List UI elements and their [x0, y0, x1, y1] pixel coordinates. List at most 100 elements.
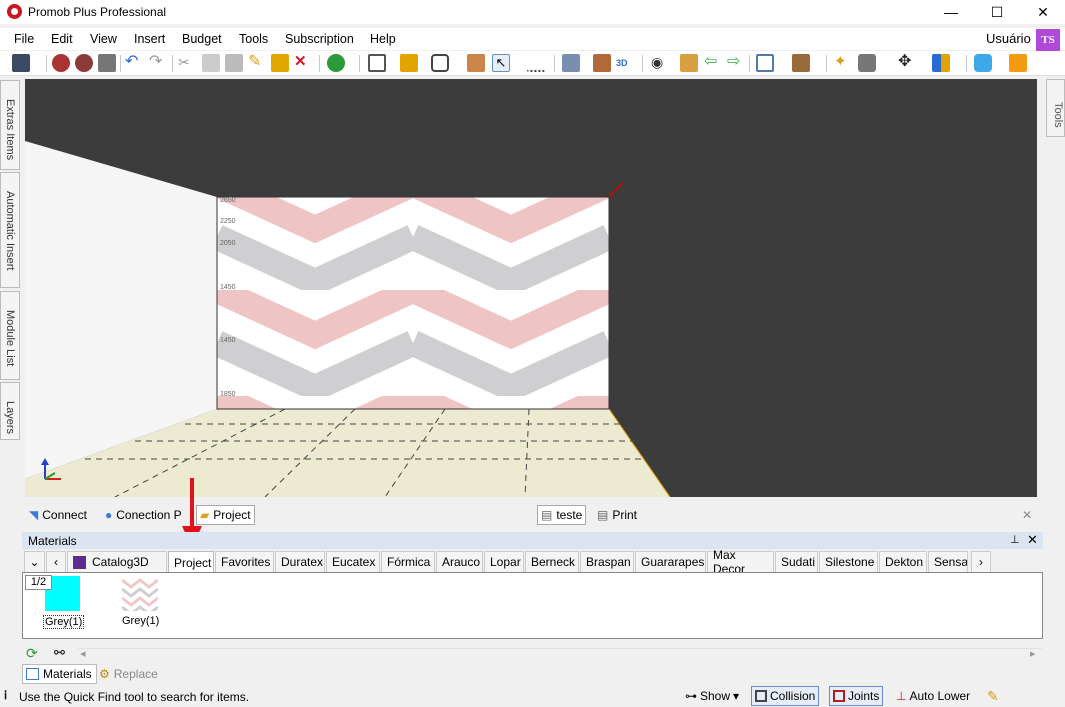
- tab-favorites[interactable]: Favorites: [215, 551, 274, 572]
- tabs-dropdown-button[interactable]: ⌄: [24, 551, 45, 572]
- move-icon[interactable]: [680, 54, 698, 72]
- panel-module-list[interactable]: Module List: [0, 291, 20, 380]
- tabs-scroll-left-button[interactable]: ‹: [46, 551, 66, 572]
- wand-icon[interactable]: ✎: [248, 54, 266, 72]
- panel-automatic-insert[interactable]: Automatic Insert: [0, 172, 20, 288]
- panel-extras-items[interactable]: Extras Items: [0, 80, 20, 170]
- menu-insert[interactable]: Insert: [134, 32, 165, 46]
- tab-berneck[interactable]: Berneck: [525, 551, 579, 572]
- menu-view[interactable]: View: [90, 32, 117, 46]
- project-button[interactable]: ▰ Project: [196, 505, 255, 525]
- format-painter-icon[interactable]: [271, 54, 289, 72]
- auto-lower-toggle[interactable]: ⊥ Auto Lower: [893, 686, 973, 706]
- horizontal-scrollbar[interactable]: [78, 648, 1042, 661]
- menu-tools[interactable]: Tools: [239, 32, 268, 46]
- tab-replace[interactable]: ⚙ Replace: [99, 664, 158, 684]
- panel-label: Tools: [1052, 102, 1064, 128]
- shape-icon[interactable]: [431, 54, 449, 72]
- budget-icon[interactable]: [327, 54, 345, 72]
- menu-help[interactable]: Help: [370, 32, 396, 46]
- measure-icon[interactable]: [527, 54, 545, 72]
- door-icon[interactable]: [467, 54, 485, 72]
- import-icon[interactable]: [75, 54, 93, 72]
- export-icon[interactable]: [52, 54, 70, 72]
- tab-catalog3d[interactable]: Catalog3D: [67, 551, 167, 572]
- menu-budget[interactable]: Budget: [182, 32, 222, 46]
- tabs-scroll-right-button[interactable]: ›: [971, 551, 991, 572]
- blocks-icon[interactable]: [400, 54, 418, 72]
- materials-close-button[interactable]: ✕: [1027, 532, 1038, 548]
- collision-toggle[interactable]: Collision: [751, 686, 820, 706]
- scroll-right-arrow-icon[interactable]: ▸: [1030, 647, 1036, 660]
- tab-duratex[interactable]: Duratex: [275, 551, 325, 572]
- navigate-icon[interactable]: ✥: [898, 54, 916, 72]
- eye-icon[interactable]: ◉: [651, 54, 669, 72]
- material-thumbnail[interactable]: [122, 576, 158, 611]
- tab-materials[interactable]: Materials: [22, 664, 97, 684]
- tab-guararapes[interactable]: Guararapes: [635, 551, 706, 572]
- scroll-left-arrow-icon[interactable]: ◂: [80, 647, 86, 660]
- user-name[interactable]: Usuário: [986, 31, 1031, 46]
- tab-eucatex[interactable]: Eucatex: [326, 551, 380, 572]
- profile-icon[interactable]: [1009, 54, 1027, 72]
- pointer-icon[interactable]: ↖: [492, 54, 510, 72]
- copy-icon[interactable]: [202, 54, 220, 72]
- minimize-button[interactable]: —: [928, 0, 974, 24]
- tab-project[interactable]: Project: [168, 551, 214, 573]
- box-icon[interactable]: [792, 54, 810, 72]
- collision-label: Collision: [770, 689, 816, 703]
- close-button[interactable]: ✕: [1020, 0, 1065, 24]
- tab-silestone[interactable]: Silestone: [819, 551, 878, 572]
- avatar[interactable]: TS: [1036, 29, 1060, 51]
- close-project-bar-button[interactable]: ✕: [1019, 505, 1035, 525]
- redo-icon[interactable]: ↷: [149, 54, 167, 72]
- refresh-icon[interactable]: ⟳: [26, 645, 38, 662]
- menu-edit[interactable]: Edit: [51, 32, 73, 46]
- light-icon[interactable]: ✦: [834, 54, 852, 72]
- binoculars-icon[interactable]: ⚯: [54, 645, 65, 661]
- material-label[interactable]: Grey(1): [122, 615, 159, 627]
- panel-layers[interactable]: Layers: [0, 382, 20, 440]
- tab-lopar[interactable]: Lopar: [484, 551, 524, 572]
- tab-sensa[interactable]: Sensa: [928, 551, 968, 572]
- camera-icon[interactable]: [858, 54, 876, 72]
- palette-icon[interactable]: [932, 54, 950, 72]
- cabinet-icon[interactable]: [593, 54, 611, 72]
- tab-sudati[interactable]: Sudati: [775, 551, 818, 572]
- tab-braspan[interactable]: Braspan: [580, 551, 634, 572]
- joints-toggle[interactable]: Joints: [829, 686, 884, 706]
- tab-max-decor[interactable]: Max Decor: [707, 548, 774, 576]
- paste-icon[interactable]: [225, 54, 243, 72]
- arrow-right-icon[interactable]: ⇨: [727, 54, 745, 72]
- globe-icon: ●: [105, 508, 113, 522]
- material-label[interactable]: Grey(1): [43, 615, 85, 629]
- view-icon[interactable]: [756, 54, 774, 72]
- delete-icon[interactable]: ✕: [294, 54, 312, 72]
- show-icon: ⊶: [685, 689, 697, 703]
- show-dropdown[interactable]: ⊶ Show ▾: [682, 686, 742, 706]
- connect-button[interactable]: ◥ Connect: [26, 505, 90, 525]
- pin-icon[interactable]: ⊥: [1010, 533, 1020, 546]
- select-frame-icon[interactable]: [368, 54, 386, 72]
- undo-icon[interactable]: ↶: [125, 54, 143, 72]
- document-icon: ▤: [541, 508, 553, 522]
- save-icon[interactable]: [12, 54, 30, 72]
- cut-icon[interactable]: ✂: [178, 54, 196, 72]
- panel-tools[interactable]: Tools: [1046, 79, 1065, 137]
- menu-file[interactable]: File: [14, 32, 34, 46]
- layers-icon[interactable]: [562, 54, 580, 72]
- 3d-viewport[interactable]: 2650 2250 2050 1450 1450 1850: [25, 79, 1037, 497]
- tools-icon[interactable]: ✎: [987, 688, 999, 705]
- menu-subscription[interactable]: Subscription: [285, 32, 354, 46]
- 3d-icon[interactable]: 3D: [616, 54, 634, 72]
- maximize-button[interactable]: ☐: [974, 0, 1020, 24]
- tab-dekton[interactable]: Dekton: [879, 551, 927, 572]
- tab-formica[interactable]: Fórmica: [381, 551, 435, 572]
- arrow-left-icon[interactable]: ⇦: [704, 54, 722, 72]
- back-wall[interactable]: [216, 196, 610, 410]
- tab-arauco[interactable]: Arauco: [436, 551, 483, 572]
- print-button[interactable]: ▤ Print: [594, 505, 640, 525]
- print-icon[interactable]: [98, 54, 116, 72]
- chat-icon[interactable]: [974, 54, 992, 72]
- teste-button[interactable]: ▤ teste: [537, 505, 587, 525]
